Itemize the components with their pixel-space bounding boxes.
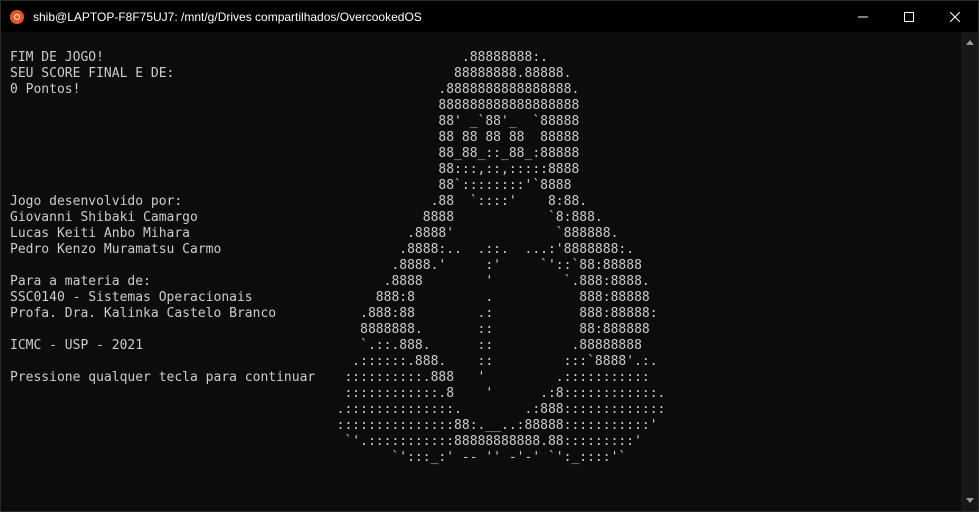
terminal-line: SEU SCORE FINAL E DE: <box>10 66 175 81</box>
ascii-art-line: ::::::::::::.8 ' .:8::::::::::::. <box>321 386 666 401</box>
minimize-icon <box>858 16 868 17</box>
terminal-line: Jogo desenvolvido por: <box>10 194 183 209</box>
maximize-button[interactable] <box>886 1 932 32</box>
terminal-line: Pressione qualquer tecla para continuar <box>10 370 316 385</box>
close-button[interactable] <box>932 1 978 32</box>
terminal-line: ICMC - USP - 2021 <box>10 338 144 353</box>
ascii-art-line: `':::_:' -- '' -'-' `':_::::'` <box>321 450 627 465</box>
ascii-art-line: 88' _`88'_ `88888 <box>321 114 580 129</box>
scroll-down-button[interactable] <box>961 492 978 509</box>
terminal-line: Para a materia de: <box>10 274 151 289</box>
terminal-line: Giovanni Shibaki Camargo <box>10 210 198 225</box>
scroll-down-arrow-icon <box>965 498 974 503</box>
ascii-art-line: `.::.888. :: .88888888 <box>321 338 642 353</box>
ascii-art-line: 88:::,::,:::::8888 <box>321 162 580 177</box>
ascii-art-line: 88_88_::_88_:88888 <box>321 146 580 161</box>
ascii-art-line: 8888 `8:888. <box>321 210 603 225</box>
ascii-art-line: `'.:::::::::::88888888888.88:::::::::' <box>321 434 642 449</box>
close-icon <box>950 11 960 22</box>
terminal-window: shib@LAPTOP-F8F75UJ7: /mnt/g/Drives comp… <box>0 0 979 512</box>
ascii-art-line: 8888888. :: 88:888888 <box>321 322 650 337</box>
window-title: shib@LAPTOP-F8F75UJ7: /mnt/g/Drives comp… <box>33 9 422 24</box>
ascii-art-line: .8888:.. .::. ...:'8888888:. <box>321 242 635 257</box>
maximize-icon <box>904 11 914 22</box>
ascii-art-line: .8888 ' `.888:8888. <box>321 274 650 289</box>
terminal-line: SSC0140 - Sistemas Operacionais <box>10 290 253 305</box>
terminal-line: Lucas Keiti Anbo Mihara <box>10 226 191 241</box>
terminal-line: Profa. Dra. Kalinka Castelo Branco <box>10 306 277 321</box>
ascii-art-line: :::::::::::::::88:.__..:88888:::::::::::… <box>321 418 658 433</box>
ascii-art-line: .8888888888888888. <box>321 82 580 97</box>
ascii-art-line: ::::::::::.888 ' .::::::::::: <box>321 370 650 385</box>
terminal-output[interactable]: FIM DE JOGO! SEU SCORE FINAL E DE: 0 Ponto… <box>1 32 962 511</box>
ubuntu-icon[interactable] <box>10 9 24 24</box>
scroll-up-button[interactable] <box>961 34 978 51</box>
game-over-text: FIM DE JOGO! SEU SCORE FINAL E DE: 0 Ponto… <box>10 50 315 386</box>
terminal-line: FIM DE JOGO! <box>10 50 104 65</box>
ascii-art-line: 888888888888888888 <box>321 98 580 113</box>
ascii-art-line: .88888888:. <box>321 50 548 65</box>
scroll-up-arrow-icon <box>965 40 974 45</box>
title-bar[interactable]: shib@LAPTOP-F8F75UJ7: /mnt/g/Drives comp… <box>1 1 978 32</box>
ascii-art-line: 88888888.88888. <box>321 66 572 81</box>
ascii-art-line: .::::::::::::::. .:888::::::::::::: <box>321 402 666 417</box>
ascii-art-line: .888:88 .: 888:88888: <box>321 306 658 321</box>
ascii-art-line: .8888' `888888. <box>321 226 619 241</box>
ascii-art-line: 888:8 . 888:88888 <box>321 290 650 305</box>
ascii-art-line: 88`::::::::'`8888 <box>321 178 572 193</box>
minimize-button[interactable] <box>840 1 886 32</box>
window-controls <box>840 1 978 32</box>
ascii-art-line: 88 88 88 88 88888 <box>321 130 580 145</box>
ascii-art-line: .88 `::::' 8:88. <box>321 194 588 209</box>
terminal-line: 0 Pontos! <box>10 82 81 97</box>
ascii-art-line: .8888.' :' `'::`88:88888 <box>321 258 642 273</box>
ascii-art-line: .::::::.888. :: :::`8888'.:. <box>321 354 658 369</box>
vertical-scrollbar[interactable] <box>961 32 978 511</box>
ascii-art: .88888888:. 88888888.88888. .88888888888… <box>321 50 666 466</box>
terminal-line: Pedro Kenzo Muramatsu Carmo <box>10 242 222 257</box>
